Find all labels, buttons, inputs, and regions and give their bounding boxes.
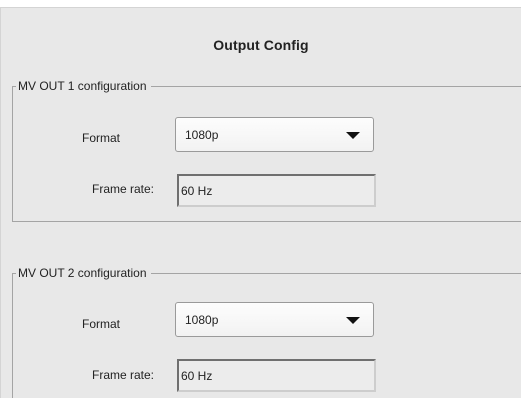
- frame-rate-value: 60 Hz: [181, 369, 213, 383]
- format-selected-value: 1080p: [185, 313, 219, 327]
- mv-out-2-group: MV OUT 2 configuration Format 1080p Fram…: [12, 265, 521, 398]
- frame-rate-label: Frame rate:: [92, 182, 155, 196]
- output-config-panel: Output Config MV OUT 1 configuration For…: [0, 7, 521, 398]
- format-label: Format: [82, 131, 121, 145]
- format-selected-value: 1080p: [185, 128, 219, 142]
- format-dropdown[interactable]: 1080p: [175, 117, 374, 152]
- frame-rate-label: Frame rate:: [92, 368, 155, 382]
- frame-rate-field[interactable]: 60 Hz: [177, 359, 376, 392]
- page-title: Output Config: [213, 37, 309, 53]
- group-legend: MV OUT 1 configuration: [16, 78, 151, 94]
- format-label: Format: [82, 317, 121, 331]
- frame-rate-field[interactable]: 60 Hz: [177, 174, 376, 207]
- frame-rate-value: 60 Hz: [181, 184, 213, 198]
- chevron-down-icon: [346, 132, 360, 139]
- group-legend: MV OUT 2 configuration: [16, 265, 151, 281]
- format-dropdown[interactable]: 1080p: [175, 302, 374, 337]
- chevron-down-icon: [346, 317, 360, 324]
- mv-out-1-group: MV OUT 1 configuration Format 1080p Fram…: [12, 78, 521, 222]
